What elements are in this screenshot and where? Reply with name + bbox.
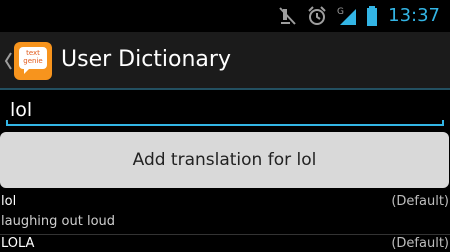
action-bar-divider bbox=[0, 88, 450, 90]
status-icons: G 13:37 bbox=[276, 4, 440, 28]
search-underline-tick-right bbox=[442, 120, 444, 126]
back-chevron-icon[interactable] bbox=[4, 51, 13, 71]
entry-word: lol bbox=[1, 194, 17, 209]
status-bar: G 13:37 bbox=[0, 0, 450, 32]
entry-default-tag: (Default) bbox=[391, 236, 449, 251]
clock: 13:37 bbox=[388, 5, 440, 26]
entry-default-tag: (Default) bbox=[391, 194, 449, 209]
list-item[interactable]: lol (Default) laughing out loud bbox=[0, 194, 450, 235]
logo-text-line2: genie bbox=[23, 57, 43, 65]
screen: G 13:37 text genie User Dictionary lol A… bbox=[0, 0, 450, 252]
add-translation-button[interactable]: Add translation for lol bbox=[0, 132, 449, 188]
search-underline bbox=[6, 124, 444, 126]
cellular-signal-icon: G bbox=[337, 7, 357, 25]
page-title: User Dictionary bbox=[61, 47, 231, 72]
entry-meaning: laughing out loud bbox=[1, 214, 116, 229]
list-item[interactable]: LOLA (Default) bbox=[0, 236, 450, 252]
search-input[interactable]: lol bbox=[6, 94, 444, 126]
logo-text-line1: text bbox=[26, 49, 40, 57]
battery-icon bbox=[367, 6, 378, 26]
action-bar: text genie User Dictionary bbox=[0, 32, 450, 90]
app-logo-bubble: text genie bbox=[19, 47, 47, 74]
alarm-icon bbox=[308, 6, 326, 25]
app-logo[interactable]: text genie bbox=[14, 42, 52, 80]
row-divider bbox=[0, 234, 450, 235]
search-underline-tick-left bbox=[6, 120, 8, 126]
entry-word: LOLA bbox=[1, 236, 35, 251]
search-input-value: lol bbox=[10, 99, 33, 121]
svg-text:G: G bbox=[337, 7, 344, 17]
mute-icon bbox=[279, 7, 296, 25]
